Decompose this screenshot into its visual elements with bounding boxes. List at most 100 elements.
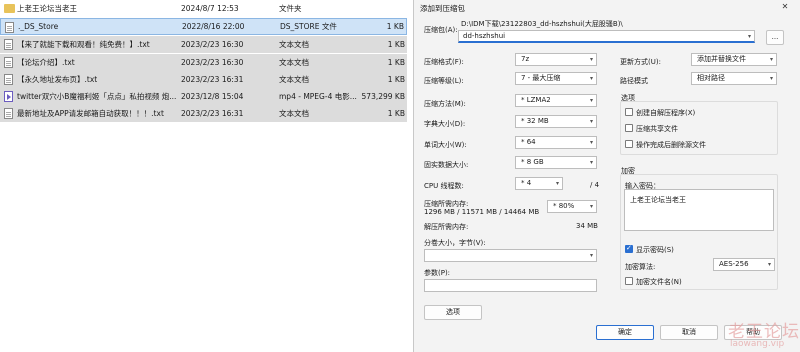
add-to-archive-dialog: 添加到压缩包 ✕ 压缩包(A): D:\IDM下载\23122803_dd-hs… xyxy=(413,0,800,352)
path-label: 路径模式 xyxy=(620,77,648,85)
decomp-value: 34 MB xyxy=(576,222,598,230)
file-type: 文本文档 xyxy=(279,40,309,49)
chevron-down-icon: ▾ xyxy=(589,118,593,125)
chevron-down-icon: ▾ xyxy=(589,97,593,104)
file-size: 1 KB xyxy=(387,58,405,67)
file-date: 2024/8/7 12:53 xyxy=(181,4,239,13)
params-label: 参数(P): xyxy=(424,269,451,277)
level-label: 压缩等级(L): xyxy=(424,77,464,85)
document-icon xyxy=(4,74,13,85)
file-date: 2023/2/23 16:30 xyxy=(181,58,244,67)
file-name: 【论坛介绍】.txt xyxy=(17,58,75,67)
chevron-down-icon: ▾ xyxy=(589,139,593,146)
format-label: 压缩格式(F): xyxy=(424,58,464,66)
format-select[interactable]: 7z ▾ xyxy=(515,53,597,66)
browse-button[interactable]: ... xyxy=(766,30,784,45)
file-date: 2023/12/8 15:04 xyxy=(181,92,244,101)
chevron-down-icon: ▾ xyxy=(589,56,593,63)
enc-method-value: AES-256 xyxy=(719,260,749,268)
options-button[interactable]: 选项 xyxy=(424,305,482,320)
level-value: 7 - 最大压缩 xyxy=(521,74,561,82)
sfx-checkbox[interactable] xyxy=(625,108,633,116)
params-input[interactable] xyxy=(424,279,597,292)
shared-checkbox[interactable] xyxy=(625,124,633,132)
close-icon[interactable]: ✕ xyxy=(774,1,796,13)
threads-label: CPU 线程数: xyxy=(424,182,464,190)
password-input[interactable]: 上老王论坛当老王 xyxy=(624,189,774,231)
ok-button[interactable]: 确定 xyxy=(596,325,654,340)
watermark-url: laowang.vip xyxy=(730,339,785,349)
encrypt-names-checkbox[interactable] xyxy=(625,277,633,285)
file-row[interactable]: 【来了就能下载和观看！纯免费！】.txt 2023/2/23 16:30 文本文… xyxy=(0,36,407,53)
dict-value: * 32 MB xyxy=(521,117,549,125)
solid-select[interactable]: * 8 GB ▾ xyxy=(515,156,597,169)
file-name: 最新地址及APP请发邮箱自动获取！！！.txt xyxy=(17,109,164,118)
chevron-down-icon: ▾ xyxy=(589,252,593,259)
word-select[interactable]: * 64 ▾ xyxy=(515,136,597,149)
screen: 上老王论坛当老王 2024/8/7 12:53 文件夹 ._DS_Store 2… xyxy=(0,0,800,352)
file-row[interactable]: 【论坛介绍】.txt 2023/2/23 16:30 文本文档 1 KB xyxy=(0,54,407,71)
archive-name-combo[interactable]: dd-hszhshui ▾ xyxy=(458,30,755,43)
chevron-down-icon: ▾ xyxy=(769,56,773,63)
dict-select[interactable]: * 32 MB ▾ xyxy=(515,115,597,128)
document-icon xyxy=(4,39,13,50)
split-label: 分卷大小，字节(V): xyxy=(424,239,486,247)
file-row[interactable]: twitter双穴小B魔福利姬「点点」私拍视频 炮... 2023/12/8 1… xyxy=(0,88,407,105)
path-select[interactable]: 相对路径 ▾ xyxy=(691,72,777,85)
file-row[interactable]: 最新地址及APP请发邮箱自动获取！！！.txt 2023/2/23 16:31 … xyxy=(0,105,407,122)
update-value: 添加并替换文件 xyxy=(697,55,746,63)
format-value: 7z xyxy=(521,55,530,63)
solid-value: * 8 GB xyxy=(521,158,544,166)
dialog-titlebar[interactable]: 添加到压缩包 ✕ xyxy=(414,0,800,14)
video-icon xyxy=(4,91,13,102)
chevron-down-icon: ▾ xyxy=(747,33,751,40)
folder-icon xyxy=(4,4,15,13)
file-type: 文本文档 xyxy=(279,58,309,67)
file-type: 文本文档 xyxy=(279,75,309,84)
file-row-selected[interactable]: ._DS_Store 2022/8/16 22:00 DS_STORE 文件 1… xyxy=(0,18,407,35)
method-select[interactable]: * LZMA2 ▾ xyxy=(515,94,597,107)
file-date: 2022/8/16 22:00 xyxy=(182,22,245,31)
shared-label: 压缩共享文件 xyxy=(636,125,678,133)
delete-checkbox[interactable] xyxy=(625,140,633,148)
dialog-title: 添加到压缩包 xyxy=(420,4,465,13)
file-size: 573,299 KB xyxy=(361,92,405,101)
chevron-down-icon: ▾ xyxy=(769,75,773,82)
solid-label: 固实数据大小: xyxy=(424,161,469,169)
file-type: 文本文档 xyxy=(279,109,309,118)
show-password-checkbox[interactable] xyxy=(625,244,633,253)
file-row[interactable]: 【永久地址发布页】.txt 2023/2/23 16:31 文本文档 1 KB xyxy=(0,71,407,88)
chevron-down-icon: ▾ xyxy=(589,75,593,82)
enc-method-label: 加密算法: xyxy=(625,263,656,271)
mem-percent-select[interactable]: * 80% ▾ xyxy=(547,200,597,213)
file-type: mp4 - MPEG-4 电影... xyxy=(279,92,357,101)
chevron-down-icon: ▾ xyxy=(589,203,593,210)
cancel-button[interactable]: 取消 xyxy=(660,325,718,340)
split-select[interactable]: ▾ xyxy=(424,249,597,262)
document-icon xyxy=(5,22,14,33)
archive-label: 压缩包(A): xyxy=(424,26,458,34)
archive-path: D:\IDM下载\23122803_dd-hszhshui(大屁股骚B)\ xyxy=(461,20,623,28)
threads-value: * 4 xyxy=(521,179,532,187)
threads-select[interactable]: * 4 ▾ xyxy=(515,177,563,190)
file-type: 文件夹 xyxy=(279,4,302,13)
file-row[interactable]: 上老王论坛当老王 2024/8/7 12:53 文件夹 xyxy=(0,0,407,17)
chevron-down-icon: ▾ xyxy=(555,180,559,187)
mem-values: 1296 MB / 11571 MB / 14464 MB xyxy=(424,208,540,216)
file-list: 上老王论坛当老王 2024/8/7 12:53 文件夹 ._DS_Store 2… xyxy=(0,0,412,352)
encrypt-names-label: 加密文件名(N) xyxy=(636,278,682,286)
file-name: 上老王论坛当老王 xyxy=(17,4,77,13)
file-size: 1 KB xyxy=(387,40,405,49)
delete-label: 操作完成后删除源文件 xyxy=(636,141,706,149)
dict-label: 字典大小(D): xyxy=(424,120,466,128)
word-value: * 64 xyxy=(521,138,536,146)
level-select[interactable]: 7 - 最大压缩 ▾ xyxy=(515,72,597,85)
decomp-label: 解压所需内存: xyxy=(424,223,469,231)
method-label: 压缩方法(M): xyxy=(424,100,466,108)
file-size: 1 KB xyxy=(387,109,405,118)
file-size: 1 KB xyxy=(386,22,404,31)
enc-method-select[interactable]: AES-256 ▾ xyxy=(713,258,775,271)
update-select[interactable]: 添加并替换文件 ▾ xyxy=(691,53,777,66)
document-icon xyxy=(4,108,13,119)
update-label: 更新方式(U): xyxy=(620,58,661,66)
